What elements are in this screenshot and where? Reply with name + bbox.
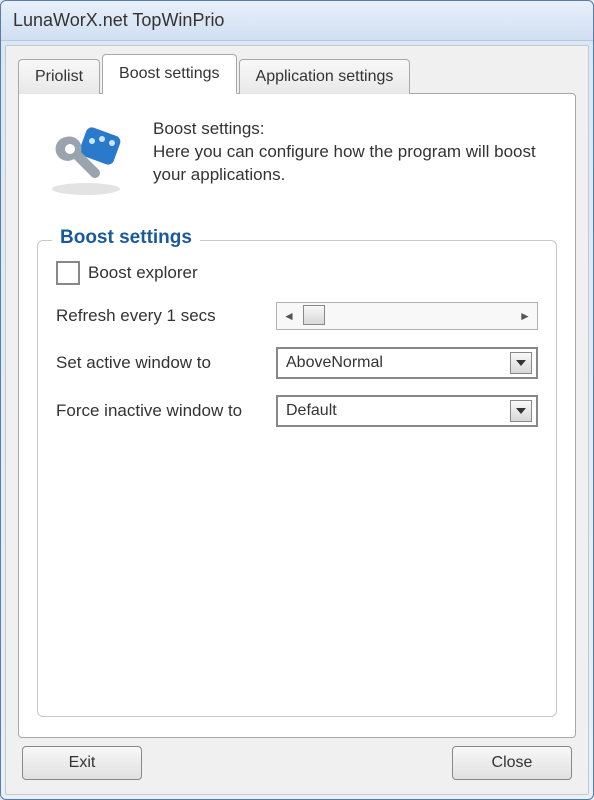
tab-strip: Priolist Boost settings Application sett… — [18, 58, 576, 94]
tab-application-settings[interactable]: Application settings — [239, 59, 411, 94]
inactive-window-combo[interactable]: Default — [276, 395, 538, 427]
refresh-row: Refresh every 1 secs ◄ ► — [56, 301, 538, 331]
chevron-down-icon[interactable] — [510, 400, 532, 422]
active-window-row: Set active window to AboveNormal — [56, 347, 538, 379]
inactive-window-label: Force inactive window to — [56, 401, 276, 421]
tab-label: Boost settings — [119, 65, 220, 82]
tab-priolist[interactable]: Priolist — [18, 59, 100, 94]
inactive-window-row: Force inactive window to Default — [56, 395, 538, 427]
intro-body: Here you can configure how the program w… — [153, 141, 557, 187]
intro-text: Boost settings: Here you can configure h… — [153, 114, 557, 204]
main-window: LunaWorX.net TopWinPrio Priolist Boost s… — [0, 0, 594, 800]
tab-label: Application settings — [256, 68, 394, 85]
slider-thumb[interactable] — [303, 305, 325, 325]
active-window-value: AboveNormal — [286, 354, 510, 372]
button-bar: Exit Close — [18, 738, 576, 784]
boost-explorer-label: Boost explorer — [88, 263, 198, 283]
wrench-device-icon — [37, 114, 137, 204]
close-button[interactable]: Close — [452, 746, 572, 780]
slider-track[interactable] — [301, 303, 513, 329]
tab-boost-settings[interactable]: Boost settings — [102, 54, 237, 94]
exit-button-label: Exit — [69, 754, 96, 772]
exit-button[interactable]: Exit — [22, 746, 142, 780]
slider-right-arrow-icon[interactable]: ► — [513, 303, 537, 329]
tab-label: Priolist — [35, 68, 83, 85]
group-title: Boost settings — [52, 227, 200, 249]
active-window-label: Set active window to — [56, 353, 276, 373]
boost-explorer-checkbox[interactable] — [56, 261, 80, 285]
client-area: Priolist Boost settings Application sett… — [5, 45, 589, 795]
chevron-down-icon[interactable] — [510, 352, 532, 374]
slider-left-arrow-icon[interactable]: ◄ — [277, 303, 301, 329]
boost-settings-group: Boost settings Boost explorer Refresh ev… — [37, 240, 557, 717]
intro-heading: Boost settings: — [153, 118, 557, 141]
titlebar[interactable]: LunaWorX.net TopWinPrio — [1, 1, 593, 41]
window-title: LunaWorX.net TopWinPrio — [13, 10, 224, 31]
close-button-label: Close — [492, 754, 533, 772]
refresh-slider[interactable]: ◄ ► — [276, 302, 538, 330]
intro-section: Boost settings: Here you can configure h… — [37, 114, 557, 204]
refresh-label: Refresh every 1 secs — [56, 306, 276, 326]
tab-content: Boost settings: Here you can configure h… — [18, 93, 576, 738]
boost-explorer-row: Boost explorer — [56, 261, 538, 285]
active-window-combo[interactable]: AboveNormal — [276, 347, 538, 379]
inactive-window-value: Default — [286, 402, 510, 420]
